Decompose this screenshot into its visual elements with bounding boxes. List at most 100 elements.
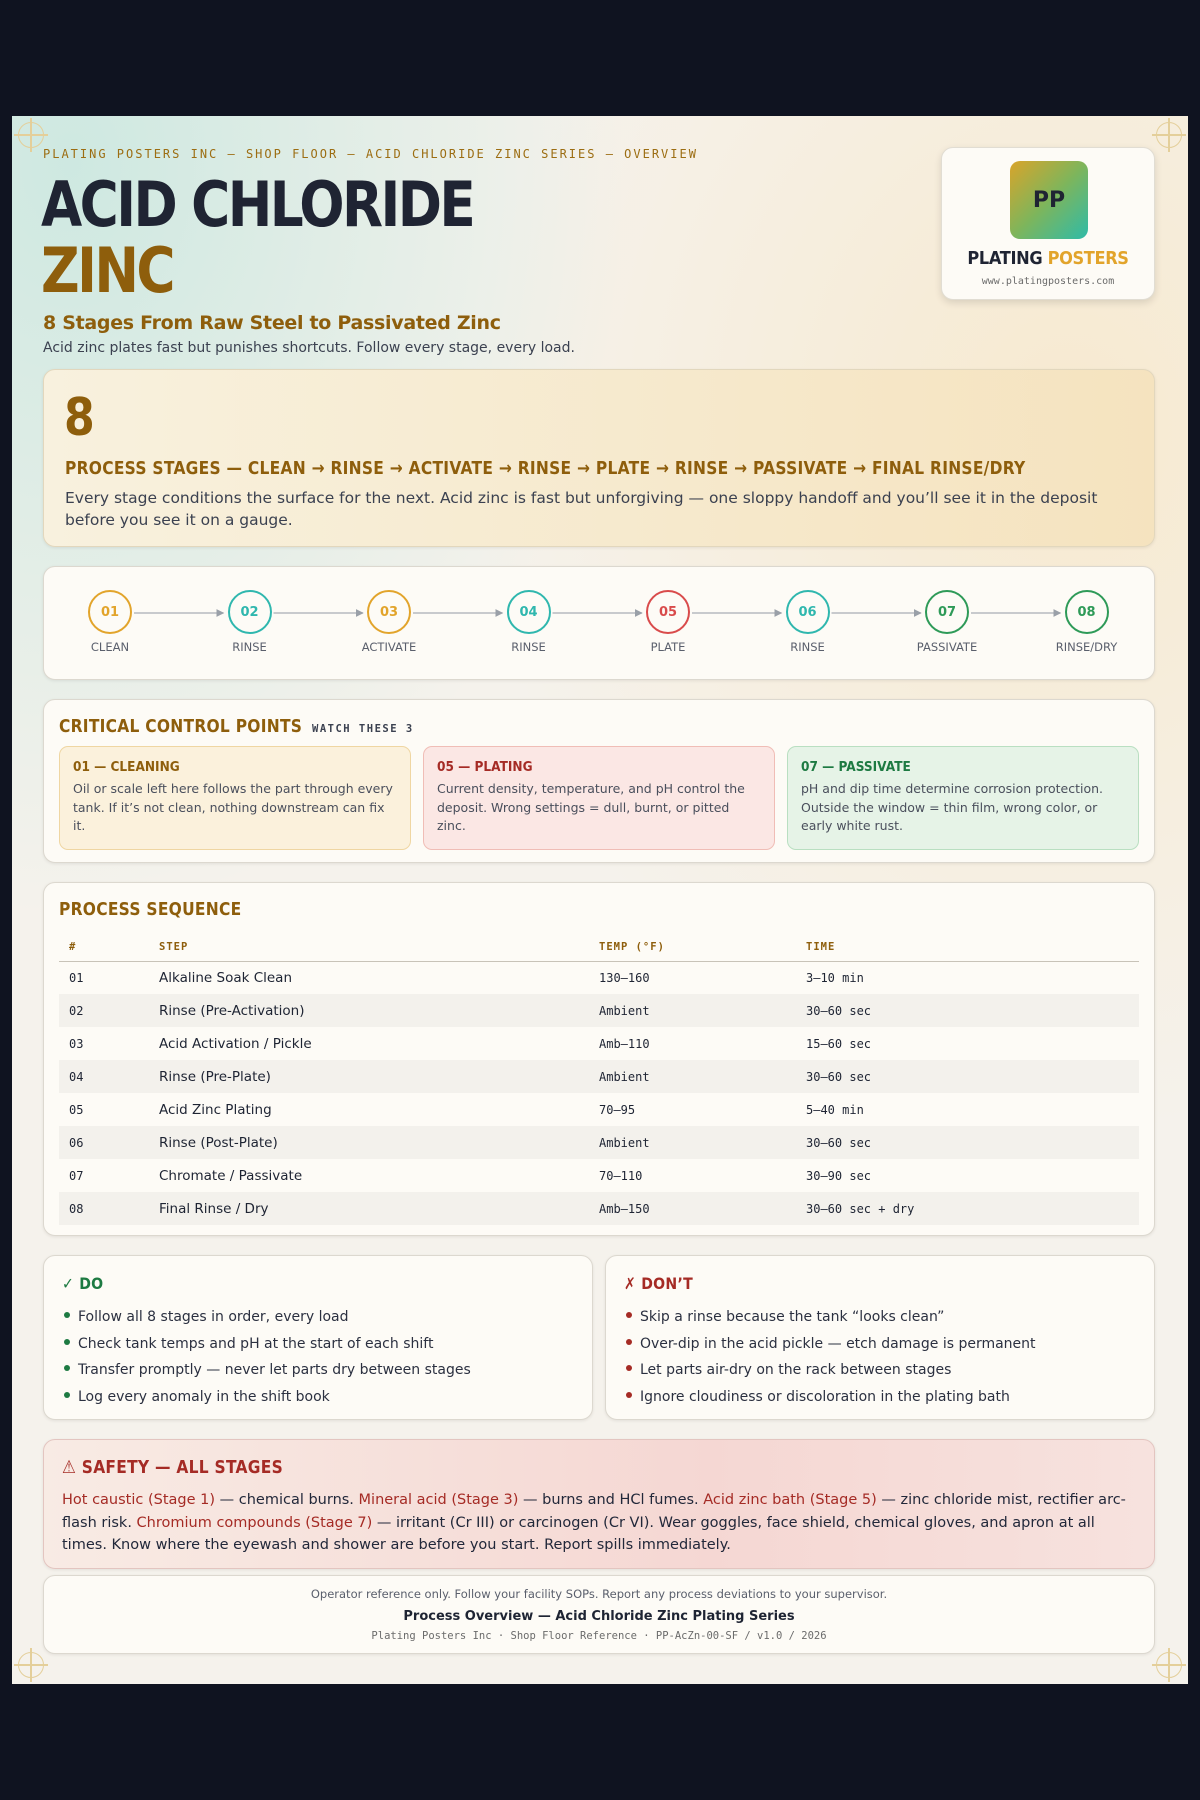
bullet-icon: [64, 1391, 70, 1398]
list-item-text: Follow all 8 stages in order, every load: [78, 1309, 349, 1325]
footer-card: Operator reference only. Follow your fac…: [43, 1575, 1155, 1654]
list-item-text: Log every anomaly in the shift book: [78, 1388, 330, 1405]
critical-control-points-card: CRITICAL CONTROL POINTS WATCH THESE 3 01…: [43, 699, 1155, 863]
sequence-table: # STEP TEMP (°F) TIME 01 Alkaline Soak Cl…: [59, 933, 1139, 1225]
list-item: Check tank temps and pH at the start of …: [64, 1331, 471, 1358]
crop-mark-bottom-right: [1152, 1648, 1186, 1682]
column-header-number: #: [59, 933, 159, 962]
flow-stage-number: 06: [785, 590, 830, 634]
flow-stage: 03 ACTIVATE: [339, 590, 439, 654]
cell-step: Rinse (Pre-Plate): [159, 1060, 599, 1093]
list-item-text: Ignore cloudiness or discoloration in th…: [640, 1388, 1010, 1405]
flow-stage-number: 05: [646, 590, 690, 634]
brand-logo: PP: [1010, 161, 1088, 239]
stages-heading: PROCESS STAGES — CLEAN → RINSE → ACTIVAT…: [65, 458, 1026, 479]
cell-temp: 70–110: [599, 1168, 643, 1183]
ccp-box-text: Oil or scale left here follows the part …: [73, 781, 393, 833]
title-line-2: ZINC: [41, 234, 176, 307]
list-item: Over-dip in the acid pickle — etch damag…: [626, 1331, 1036, 1358]
ccp-box-text: Current density, temperature, and pH con…: [437, 781, 745, 833]
column-header-step: STEP: [159, 933, 599, 962]
cell-time: 30–60 sec: [806, 1126, 1139, 1159]
column-header-time: TIME: [806, 933, 1139, 962]
cell-step: Rinse (Pre-Activation): [159, 994, 599, 1027]
footer-title: Process Overview — Acid Chloride Zinc Pl…: [403, 1609, 795, 1624]
safety-highlight: Chromium compounds (Stage 7): [136, 1514, 373, 1531]
list-item-text: Skip a rinse because the tank “looks cle…: [640, 1309, 945, 1325]
flow-stage: 06 RINSE: [758, 590, 858, 654]
process-sequence-card: PROCESS SEQUENCE # STEP TEMP (°F) TIME 0…: [43, 882, 1155, 1236]
cell-time: 30–60 sec: [806, 1060, 1139, 1093]
cell-number: 03: [69, 1036, 84, 1051]
safety-highlight: Hot caustic (Stage 1): [62, 1492, 216, 1508]
flow-stage-label: RINSE/DRY: [1055, 640, 1118, 654]
cell-number: 04: [59, 1060, 159, 1093]
cell-time: 3–10 min: [806, 970, 864, 985]
cell-step: Chromate / Passivate: [159, 1167, 303, 1184]
flow-stage-number: 03: [367, 590, 411, 634]
list-item: Skip a rinse because the tank “looks cle…: [626, 1304, 1036, 1331]
list-item-text: Check tank temps and pH at the start of …: [78, 1335, 434, 1352]
safety-segment: — chemical burns.: [215, 1492, 359, 1508]
cell-time: 5–40 min: [806, 1102, 864, 1117]
footer-note: Operator reference only. Follow your fac…: [310, 1587, 888, 1601]
cell-temp: Ambient: [599, 1126, 806, 1159]
stage-count: 8: [64, 388, 95, 448]
flow-stage-label: RINSE: [790, 640, 825, 654]
cell-number: 07: [69, 1168, 84, 1183]
ccp-box-text: pH and dip time determine corrosion prot…: [801, 781, 1104, 833]
sequence-table-body: 01 Alkaline Soak Clean 130–160 3–10 min 02 Ri…: [59, 961, 1139, 1225]
table-row: 07 Chromate / Passivate 70–110 30–90 sec: [59, 1159, 1139, 1192]
cell-step: Rinse (Post-Plate): [159, 1126, 599, 1159]
flow-stage-number: 08: [1064, 590, 1109, 634]
flow-stage: 01 CLEAN: [60, 590, 160, 654]
flow-stage-label: RINSE: [232, 640, 267, 654]
cell-temp: 70–95: [599, 1102, 636, 1117]
safety-highlight: Mineral acid (Stage 3): [358, 1492, 519, 1508]
flow-stage-label: PASSIVATE: [916, 640, 978, 654]
safety-title: ⚠ SAFETY — ALL STAGES: [62, 1457, 284, 1478]
flow-stage: 08 RINSE/DRY: [1037, 590, 1137, 654]
table-row: 04 Rinse (Pre-Plate) Ambient 30–60 sec: [59, 1060, 1139, 1093]
cell-number: 02: [59, 994, 159, 1027]
brand-url: www.platingposters.com: [981, 276, 1115, 287]
brand-name: PLATING POSTERS: [953, 248, 1144, 269]
tagline: Acid zinc plates fast but punishes short…: [43, 340, 575, 356]
cell-temp: Ambient: [599, 994, 806, 1027]
ccp-box-title: 05 — PLATING: [437, 759, 533, 775]
flow-stage-label: PLATE: [650, 640, 686, 654]
cell-time: 30–90 sec: [806, 1168, 872, 1183]
safety-segment: — burns and HCl fumes.: [518, 1492, 704, 1508]
ccp-box-cleaning: 01 — CLEANING Oil or scale left here fol…: [59, 746, 411, 850]
ccp-box-passivate: 07 — PASSIVATE pH and dip time determine…: [787, 746, 1139, 850]
cell-number: 05: [69, 1102, 84, 1117]
flow-stage-label: CLEAN: [90, 640, 130, 654]
cell-temp: Amb–110: [599, 1036, 650, 1051]
dont-title: ✗ DON’T: [624, 1274, 693, 1293]
table-row: 01 Alkaline Soak Clean 130–160 3–10 min: [59, 961, 1139, 994]
table-row: 08 Final Rinse / Dry Amb–150 30–60 sec + dr…: [59, 1192, 1139, 1225]
list-item-text: Transfer promptly — never let parts dry …: [78, 1362, 471, 1378]
do-title: ✓ DO: [62, 1274, 104, 1293]
process-flow-card: 01 CLEAN 02 RINSE 03 ACTIVATE 04 RINSE 05 PLATE 06…: [43, 566, 1155, 680]
cell-time: 30–60 sec: [806, 994, 1139, 1027]
ccp-title: CRITICAL CONTROL POINTS: [59, 716, 303, 737]
table-row: 06 Rinse (Post-Plate) Ambient 30–60 sec: [59, 1126, 1139, 1159]
flow-stage: 04 RINSE: [479, 590, 579, 654]
dont-list: Skip a rinse because the tank “looks cle…: [626, 1304, 1036, 1410]
cell-step: Alkaline Soak Clean: [159, 969, 293, 986]
safety-text: Hot caustic (Stage 1) — chemical burns. …: [62, 1489, 1142, 1557]
cell-number: 01: [69, 970, 84, 985]
crop-mark-top-right: [1152, 118, 1186, 152]
cell-step: Final Rinse / Dry: [159, 1192, 599, 1225]
cell-temp: 130–160: [599, 970, 650, 985]
sequence-title: PROCESS SEQUENCE: [59, 899, 242, 920]
ccp-box-title: 07 — PASSIVATE: [801, 759, 911, 775]
cell-number: 08: [59, 1192, 159, 1225]
list-item: Transfer promptly — never let parts dry …: [64, 1357, 471, 1384]
flow-stage-number: 02: [227, 590, 272, 634]
flow-stage-number: 04: [506, 590, 551, 634]
dont-card: ✗ DON’T Skip a rinse because the tank “l…: [605, 1255, 1155, 1420]
subtitle: 8 Stages From Raw Steel to Passivated Zi…: [43, 312, 501, 334]
poster: PLATING POSTERS INC — SHOP FLOOR — ACID …: [12, 116, 1188, 1684]
